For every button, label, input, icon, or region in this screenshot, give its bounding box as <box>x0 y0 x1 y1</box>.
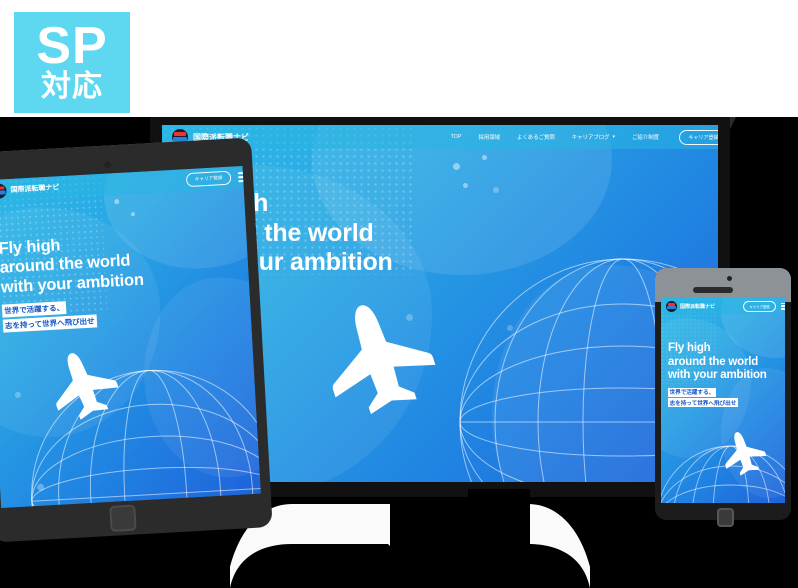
sp-support-badge: SP 対応 <box>14 12 130 113</box>
nav-item-referral[interactable]: ご紹介制度 <box>632 133 659 141</box>
brand-name: 国際派転職ナビ <box>10 184 60 194</box>
website-page-tablet: 国際派転職ナビ キャリア登録 Fly high around the world… <box>0 166 261 509</box>
tablet-device: 国際派転職ナビ キャリア登録 Fly high around the world… <box>0 137 273 543</box>
nav-item-career-blog-label: キャリアブログ <box>571 135 610 141</box>
camera-icon <box>727 276 732 281</box>
hero-subtitle-line-1: 世界で活躍する、 <box>668 387 716 397</box>
hero-subtitle-line-1: 世界で活躍する、 <box>1 301 67 319</box>
hero-line-3: with your ambition <box>668 369 767 382</box>
website-page-phone: 国際派転職ナビ キャリア登録 Fly high around the world… <box>661 298 785 503</box>
sp-badge-line2: 対応 <box>41 68 103 104</box>
hero-copy-tablet: Fly high around the world with your ambi… <box>0 232 146 334</box>
nav-item-faq[interactable]: よくあるご質問 <box>517 133 555 141</box>
career-register-button[interactable]: キャリア登録 <box>743 300 776 312</box>
decorative-dot <box>463 183 468 188</box>
brand-logo[interactable]: 国際派転職ナビ <box>0 180 60 199</box>
home-button[interactable] <box>109 504 137 532</box>
hamburger-menu-icon[interactable] <box>781 302 785 310</box>
decorative-dot <box>36 483 45 491</box>
smartphone-device: 国際派転職ナビ キャリア登録 Fly high around the world… <box>655 268 791 527</box>
site-header-phone: 国際派転職ナビ キャリア登録 <box>661 298 785 314</box>
nav-item-top[interactable]: TOP <box>450 134 461 140</box>
decorative-dot <box>453 163 460 170</box>
brand-logo[interactable]: 国際派転職ナビ <box>666 300 716 312</box>
hero-copy-phone: Fly high around the world with your ambi… <box>668 342 767 408</box>
phone-top-bezel <box>655 268 791 302</box>
decorative-dot <box>507 325 513 331</box>
tablet-screen: 国際派転職ナビ キャリア登録 Fly high around the world… <box>0 166 261 509</box>
logo-mark-icon <box>666 300 677 312</box>
responsive-devices-mockup: SP 対応 国際派転職ナビ TOP 採用領域 よくあるご質問 キャリアブログ ▾… <box>0 0 798 588</box>
main-nav: TOP 採用領域 よくあるご質問 キャリアブログ ▾ ご紹介制度 キャリア登録 <box>450 129 718 145</box>
logo-mark-icon <box>0 182 7 199</box>
tablet-nav: キャリア登録 <box>185 170 252 188</box>
decorative-dot <box>493 187 499 193</box>
sp-badge-line1: SP <box>36 17 108 76</box>
home-button[interactable] <box>717 508 734 527</box>
hero-subtitle-line-2: 志を持って世界へ飛び出せ <box>668 398 738 408</box>
phone-nav: キャリア登録 <box>743 300 785 312</box>
hero-line-1: Fly high <box>668 342 711 354</box>
hero-subtitle: 世界で活躍する、 志を持って世界へ飛び出せ <box>668 387 767 408</box>
decorative-dot <box>406 314 413 321</box>
nav-item-recruit-area[interactable]: 採用領域 <box>478 133 500 141</box>
hero-line-2: around the world <box>668 355 759 368</box>
career-register-button[interactable]: キャリア登録 <box>185 170 232 188</box>
speaker-icon <box>693 287 733 293</box>
decorative-dot <box>482 155 487 160</box>
nav-item-career-blog[interactable]: キャリアブログ ▾ <box>572 133 615 141</box>
career-register-button[interactable]: キャリア登録 <box>679 129 718 145</box>
monitor-neck <box>468 489 530 564</box>
brand-name: 国際派転職ナビ <box>680 303 716 310</box>
monitor-stand <box>226 500 594 588</box>
chevron-down-icon: ▾ <box>612 134 616 140</box>
phone-screen: 国際派転職ナビ キャリア登録 Fly high around the world… <box>661 298 785 503</box>
